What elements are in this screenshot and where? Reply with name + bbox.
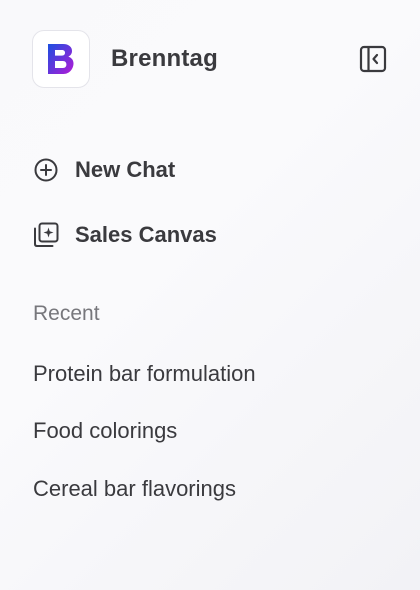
collapse-sidebar-button[interactable] bbox=[358, 44, 388, 74]
brand-name: Brenntag bbox=[111, 45, 218, 72]
nav-new-chat[interactable]: New Chat bbox=[32, 154, 175, 186]
sidebar: Brenntag New Chat Sales Canvas Recent Pr… bbox=[0, 0, 420, 590]
nav-sales-canvas-label: Sales Canvas bbox=[75, 222, 217, 247]
recent-chat-item[interactable]: Protein bar formulation bbox=[33, 361, 256, 387]
sidebar-header: Brenntag bbox=[32, 30, 390, 88]
brand-logo[interactable] bbox=[32, 30, 90, 88]
recent-chat-item[interactable]: Cereal bar flavorings bbox=[33, 476, 236, 502]
nav-new-chat-label: New Chat bbox=[75, 157, 176, 182]
recent-section-title: Recent bbox=[33, 302, 100, 325]
plus-circle-icon bbox=[32, 156, 60, 184]
recent-chat-item[interactable]: Food colorings bbox=[33, 418, 177, 444]
sidebar-collapse-icon bbox=[359, 45, 387, 73]
nav-sales-canvas[interactable]: Sales Canvas bbox=[32, 219, 217, 251]
sparkle-gallery-icon bbox=[32, 221, 60, 249]
brenntag-logo-icon bbox=[48, 44, 74, 74]
